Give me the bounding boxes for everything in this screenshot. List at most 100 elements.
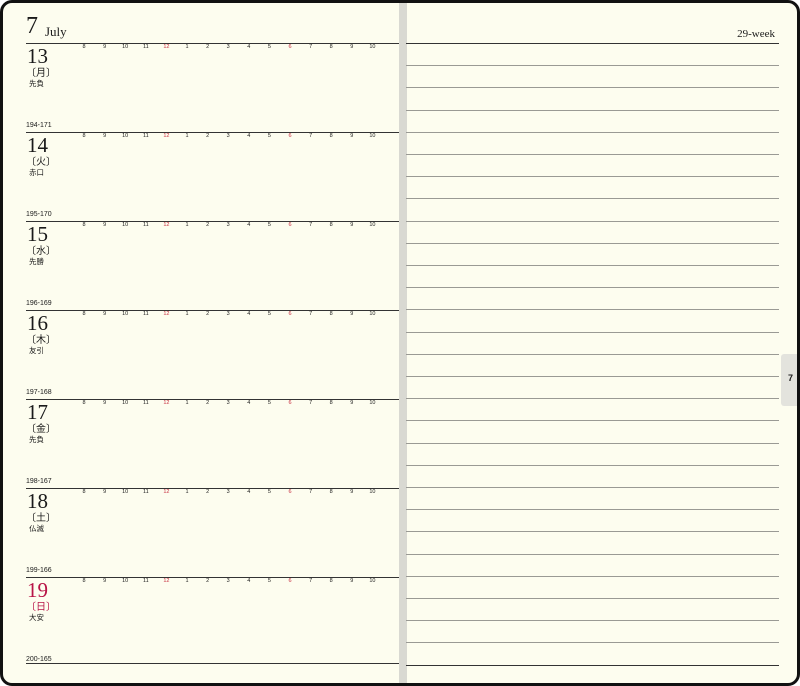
- day-block[interactable]: 17 〔金〕 先負 198-167 8 9 10 11 12 1 2 3 4 5 6 7 8 9 10: [26, 399, 399, 488]
- hour-mark: 12: [163, 578, 170, 584]
- hour-mark: 11: [142, 311, 149, 317]
- day-block[interactable]: 15 〔水〕 先勝 196-169 8 9 10 11 12 1 2 3 4 5 6 7 8 9 10: [26, 221, 399, 310]
- hour-mark: 4: [247, 578, 251, 584]
- bottom-rule: [26, 663, 399, 664]
- hour-mark: 9: [103, 578, 107, 584]
- hour-mark: 2: [206, 400, 210, 406]
- hour-mark: 10: [122, 44, 129, 50]
- hour-mark: 12: [163, 400, 170, 406]
- day-block[interactable]: 19 〔日〕 大安 200-165 8 9 10 11 12 1 2 3 4 5 6 7 8 9 10: [26, 577, 399, 666]
- day-count: 197-168: [26, 389, 52, 396]
- hour-mark: 4: [247, 400, 251, 406]
- month-index-tab-label: 7: [787, 373, 793, 383]
- hour-mark: 8: [82, 400, 86, 406]
- hour-mark: 10: [122, 222, 129, 228]
- day-rokuyo: 大安: [29, 613, 44, 622]
- ruled-line: [406, 620, 779, 621]
- ruled-line: [406, 665, 779, 666]
- hour-mark: 1: [185, 222, 189, 228]
- day-date: 15: [27, 222, 48, 246]
- hour-mark: 5: [267, 133, 271, 139]
- hour-mark: 12: [163, 489, 170, 495]
- hour-mark: 6: [288, 133, 292, 139]
- day-rokuyo: 仏滅: [29, 524, 44, 533]
- hour-mark: 9: [350, 311, 354, 317]
- hour-mark: 12: [163, 222, 170, 228]
- hour-mark: 11: [142, 222, 149, 228]
- day-block[interactable]: 13 〔月〕 先負 194-171 8 9 10 11 12 1 2 3 4 5 6 7 8 9 10: [26, 43, 399, 132]
- hour-mark: 9: [350, 222, 354, 228]
- day-block[interactable]: 14 〔火〕 赤口 195-170 8 9 10 11 12 1 2 3 4 5 6 7 8 9 10: [26, 132, 399, 221]
- day-count: 196-169: [26, 300, 52, 307]
- hour-mark: 8: [82, 578, 86, 584]
- day-block[interactable]: 16 〔木〕 友引 197-168 8 9 10 11 12 1 2 3 4 5 6 7 8 9 10: [26, 310, 399, 399]
- hour-mark: 12: [163, 44, 170, 50]
- ruled-line: [406, 176, 779, 177]
- hour-mark: 8: [329, 400, 333, 406]
- hour-mark: 8: [329, 489, 333, 495]
- hour-mark: 7: [309, 311, 313, 317]
- hour-mark: 7: [309, 578, 313, 584]
- hour-mark: 3: [226, 489, 230, 495]
- ruled-line: [406, 221, 779, 222]
- ruled-line: [406, 465, 779, 466]
- hour-mark: 7: [309, 489, 313, 495]
- hour-mark: 1: [185, 44, 189, 50]
- ruled-line: [406, 65, 779, 66]
- ruled-line: [406, 154, 779, 155]
- hour-mark: 3: [226, 311, 230, 317]
- hour-mark: 10: [122, 133, 129, 139]
- ruled-line: [406, 354, 779, 355]
- ruled-line: [406, 398, 779, 399]
- hour-mark: 8: [82, 222, 86, 228]
- hour-mark: 2: [206, 311, 210, 317]
- hour-mark: 4: [247, 44, 251, 50]
- hour-mark: 4: [247, 222, 251, 228]
- hour-mark: 1: [185, 311, 189, 317]
- hour-mark: 8: [82, 44, 86, 50]
- ruled-line: [406, 576, 779, 577]
- day-count: 194-171: [26, 122, 52, 129]
- hour-mark: 6: [288, 489, 292, 495]
- ruled-line: [406, 287, 779, 288]
- ruled-line: [406, 487, 779, 488]
- ruled-line: [406, 509, 779, 510]
- day-rokuyo: 先負: [29, 435, 44, 444]
- hour-mark: 7: [309, 400, 313, 406]
- day-weekday: 〔火〕: [26, 157, 56, 168]
- hour-mark: 8: [329, 133, 333, 139]
- weekly-planner-spread: 7 July 29-week 13 〔月〕 先負 194-171 8 9 10 11 12 1 2 3…: [0, 0, 800, 686]
- day-rokuyo: 赤口: [29, 168, 44, 177]
- hour-mark: 5: [267, 489, 271, 495]
- hour-mark: 1: [185, 489, 189, 495]
- hour-mark: 10: [122, 489, 129, 495]
- day-date: 16: [27, 311, 48, 335]
- hour-mark: 4: [247, 489, 251, 495]
- day-rokuyo: 先勝: [29, 257, 44, 266]
- hour-mark: 10: [122, 311, 129, 317]
- hour-mark: 9: [350, 578, 354, 584]
- hour-mark: 9: [350, 400, 354, 406]
- hour-mark: 5: [267, 400, 271, 406]
- day-weekday: 〔日〕: [26, 602, 56, 613]
- hour-mark: 2: [206, 489, 210, 495]
- day-weekday: 〔水〕: [26, 246, 56, 257]
- hour-mark: 11: [142, 400, 149, 406]
- day-weekday: 〔月〕: [26, 68, 56, 79]
- hour-mark: 8: [82, 133, 86, 139]
- day-block[interactable]: 18 〔土〕 仏滅 199-166 8 9 10 11 12 1 2 3 4 5 6 7 8 9 10: [26, 488, 399, 577]
- ruled-line: [406, 642, 779, 643]
- hour-mark: 12: [163, 133, 170, 139]
- hour-mark: 8: [329, 44, 333, 50]
- hour-mark: 6: [288, 578, 292, 584]
- day-date: 17: [27, 400, 48, 424]
- ruled-line: [406, 265, 779, 266]
- hour-mark: 10: [369, 400, 376, 406]
- hour-mark: 9: [350, 133, 354, 139]
- month-name: July: [45, 24, 67, 39]
- ruled-line: [406, 87, 779, 88]
- ruled-line: [406, 43, 779, 44]
- month-index-tab[interactable]: 7: [781, 354, 797, 406]
- hour-mark: 11: [142, 489, 149, 495]
- ruled-line: [406, 531, 779, 532]
